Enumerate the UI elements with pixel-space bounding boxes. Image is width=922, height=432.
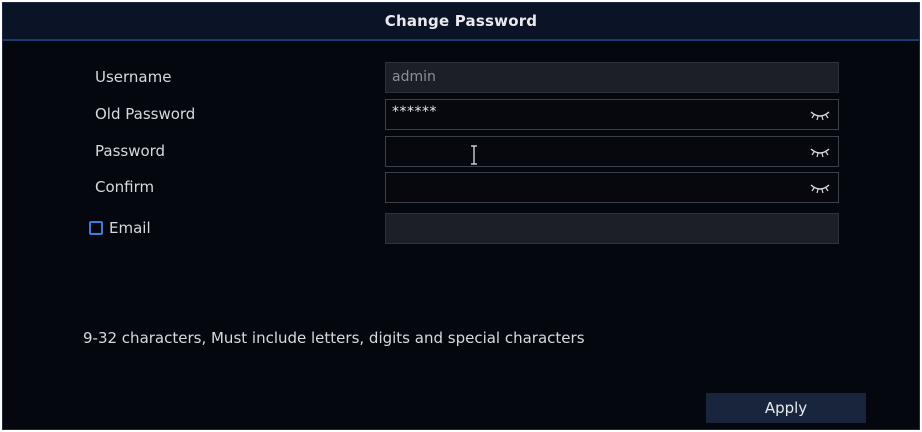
- email-checkbox[interactable]: [89, 221, 103, 235]
- email-label[interactable]: Email: [109, 219, 151, 237]
- confirm-label: Confirm: [95, 178, 155, 196]
- change-password-dialog: Change Password Username admin Old Passw…: [2, 2, 920, 430]
- password-field[interactable]: [385, 136, 839, 167]
- eye-closed-icon[interactable]: [810, 109, 830, 121]
- apply-button[interactable]: Apply: [706, 393, 866, 423]
- old-password-label: Old Password: [95, 105, 196, 123]
- dialog-titlebar: Change Password: [3, 3, 919, 41]
- email-field: [385, 213, 839, 244]
- old-password-field[interactable]: ******: [385, 99, 839, 130]
- username-field: admin: [385, 62, 839, 93]
- eye-closed-icon[interactable]: [810, 182, 830, 194]
- password-label: Password: [95, 142, 166, 160]
- dialog-title: Change Password: [384, 12, 538, 30]
- eye-closed-icon[interactable]: [810, 146, 830, 158]
- text-cursor-icon: [471, 145, 477, 165]
- username-label: Username: [95, 68, 172, 86]
- old-password-value: ******: [392, 104, 437, 120]
- username-value: admin: [392, 69, 436, 85]
- confirm-field[interactable]: [385, 172, 839, 203]
- password-requirements-hint: 9-32 characters, Must include letters, d…: [83, 329, 585, 347]
